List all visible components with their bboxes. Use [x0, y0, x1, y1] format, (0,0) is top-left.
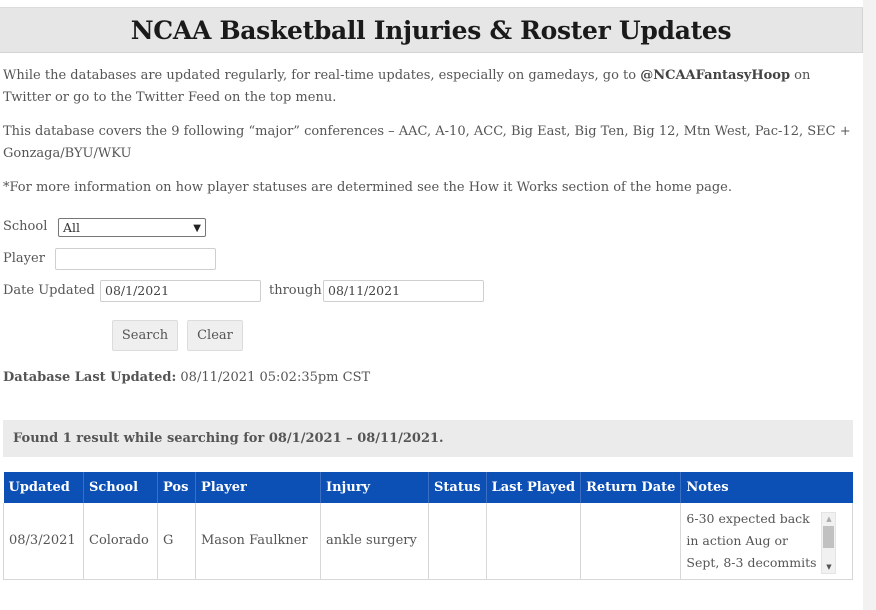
date-from-input[interactable]: 08/1/2021 [100, 280, 261, 302]
cell-last-played [486, 503, 582, 580]
page: NCAA Basketball Injuries & Roster Update… [0, 0, 863, 610]
intro-text-1: While the databases are updated regularl… [3, 68, 641, 83]
column-header-last-played[interactable]: Last Played [486, 472, 582, 503]
intro-paragraph-twitter: While the databases are updated regularl… [3, 65, 853, 109]
school-label: School [3, 219, 48, 234]
table-header-row: Updated School Pos Player Injury Status … [3, 472, 853, 503]
chevron-down-icon: ▼ [193, 223, 201, 234]
cell-status [428, 503, 487, 580]
scroll-up-icon[interactable]: ▲ [822, 513, 835, 525]
column-header-return-date[interactable]: Return Date [580, 472, 682, 503]
school-select-value: All [63, 220, 81, 235]
player-label: Player [3, 251, 45, 266]
date-updated-label: Date Updated [3, 283, 95, 298]
cell-school: Colorado [83, 503, 158, 580]
column-header-updated[interactable]: Updated [3, 472, 84, 503]
column-header-injury[interactable]: Injury [320, 472, 429, 503]
cell-return-date [580, 503, 682, 580]
cell-pos: G [157, 503, 196, 580]
notes-scrollbar[interactable]: ▲ ▼ [821, 511, 837, 574]
scrollbar-thumb[interactable] [823, 525, 835, 548]
notes-scroll-area[interactable]: 6-30 expected back in action Aug or Sept… [686, 508, 837, 574]
search-button[interactable]: Search [112, 320, 178, 351]
through-label: through [269, 283, 322, 298]
school-select[interactable]: All ▼ [58, 218, 206, 237]
player-input[interactable] [55, 248, 216, 270]
notes-text: 6-30 expected back in action Aug or Sept… [686, 510, 817, 570]
column-header-player[interactable]: Player [195, 472, 321, 503]
column-header-status[interactable]: Status [428, 472, 487, 503]
twitter-handle-link[interactable]: @NCAAFantasyHoop [640, 68, 790, 83]
cell-updated: 08/3/2021 [3, 503, 84, 580]
column-header-pos[interactable]: Pos [157, 472, 196, 503]
date-to-input[interactable]: 08/11/2021 [323, 280, 484, 302]
clear-button[interactable]: Clear [187, 320, 243, 351]
scroll-down-icon[interactable]: ▼ [822, 561, 835, 573]
title-bar: NCAA Basketball Injuries & Roster Update… [0, 7, 863, 53]
database-last-updated-label: Database Last Updated: [3, 370, 177, 385]
intro-paragraph-how-it-works: *For more information on how player stat… [3, 180, 732, 195]
database-last-updated: Database Last Updated: 08/11/2021 05:02:… [3, 370, 370, 385]
results-table: Updated School Pos Player Injury Status … [3, 472, 853, 580]
column-header-school[interactable]: School [83, 472, 158, 503]
cell-notes: 6-30 expected back in action Aug or Sept… [680, 503, 853, 580]
page-title: NCAA Basketball Injuries & Roster Update… [130, 15, 732, 45]
database-last-updated-value: 08/11/2021 05:02:35pm CST [176, 370, 371, 385]
column-header-notes[interactable]: Notes [680, 472, 853, 503]
cell-player: Mason Faulkner [195, 503, 321, 580]
intro-paragraph-conferences: This database covers the 9 following “ma… [3, 124, 851, 161]
result-summary: Found 1 result while searching for 08/1/… [3, 420, 853, 457]
cell-injury: ankle surgery [320, 503, 429, 580]
table-row: 08/3/2021 Colorado G Mason Faulkner ankl… [3, 503, 853, 580]
